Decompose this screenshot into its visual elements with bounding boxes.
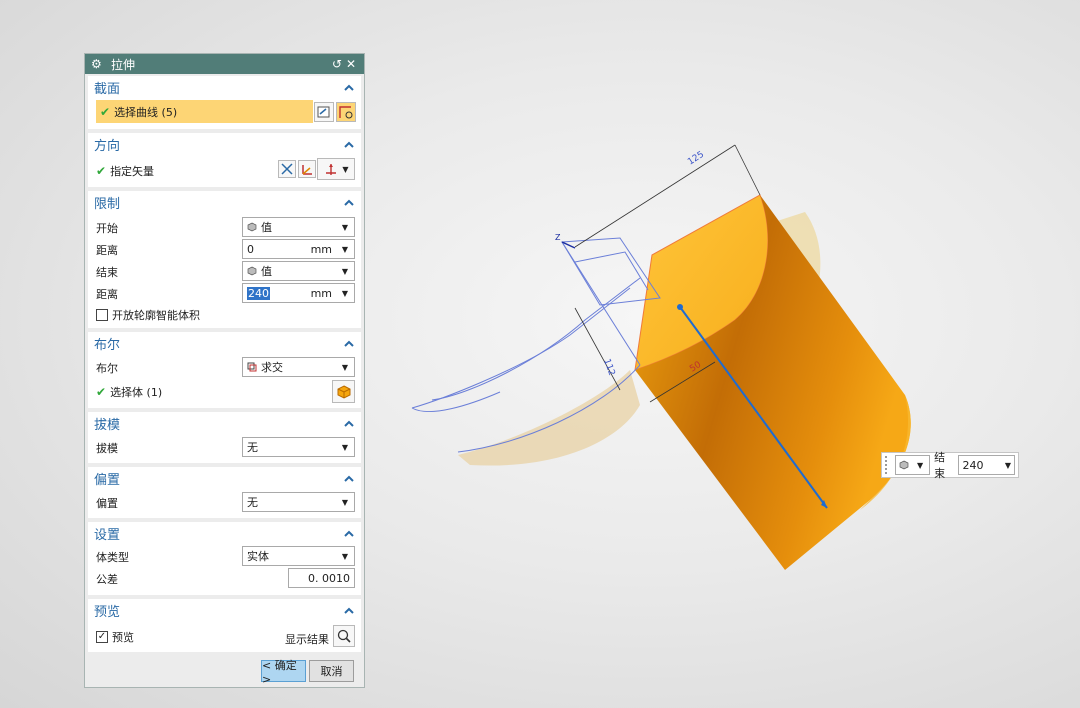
group-header-boolean[interactable]: 布尔 [88,332,361,355]
tolerance-input[interactable]: 0. 0010 [288,568,355,588]
chevron-down-icon: ▼ [341,551,349,561]
select-body-row: ✔ 选择体 (1) [96,385,163,399]
chevron-up-icon[interactable] [343,139,355,151]
group-header-limits[interactable]: 限制 [88,191,361,214]
curve-button[interactable] [336,102,356,122]
cube-icon [247,222,257,232]
vector-dialog-button[interactable] [298,160,316,178]
show-result-label: 显示结果 [285,633,329,646]
magnifier-icon [337,629,351,643]
chevron-down-icon: ▼ [916,460,924,470]
group-direction: 方向 ✔ 指定矢量 ▼ [88,133,361,187]
group-preview: 预览 ✓ 预览 显示结果 [88,599,361,652]
check-icon: ✔ [100,104,111,119]
chevron-up-icon[interactable] [343,528,355,540]
group-draft: 拔模 拔模 无 ▼ [88,412,361,463]
reverse-direction-icon [281,163,293,175]
cube-icon [899,460,909,470]
gear-icon[interactable]: ⚙ [91,57,107,71]
end-method-select[interactable]: 值 ▼ [242,261,355,281]
chevron-up-icon[interactable] [343,418,355,430]
select-curve-row[interactable]: ✔ 选择曲线 (5) [96,100,313,123]
group-settings: 设置 体类型 实体 ▼ 公差 0. 0010 [88,522,361,595]
preview-body-left [458,370,640,466]
chevron-down-icon: ▼ [341,222,349,232]
group-boolean: 布尔 布尔 求交 ▼ ✔ 选择体 (1) [88,332,361,408]
chevron-up-icon[interactable] [343,338,355,350]
group-section: 截面 ✔ 选择曲线 (5) [88,76,361,129]
preview-checkbox[interactable]: ✓ [96,631,108,643]
dimension-label-length: 125 [686,150,706,168]
group-header-preview[interactable]: 预览 [88,599,361,622]
group-header-settings[interactable]: 设置 [88,522,361,545]
select-body-button[interactable] [332,380,355,403]
floating-end-value[interactable]: 240 ▼ [958,455,1015,475]
chevron-down-icon: ▼ [341,244,349,254]
group-header-draft[interactable]: 拔模 [88,412,361,435]
floating-end-label: 结束 [934,451,946,480]
close-icon[interactable]: ✕ [344,57,358,71]
check-icon: ✔ [96,385,107,399]
floating-end-input[interactable]: ▼ 结束 240 ▼ [881,451,1019,480]
chevron-down-icon: ▼ [342,164,349,174]
chevron-down-icon: ▼ [341,362,349,372]
svg-text:Z: Z [555,233,561,242]
chevron-down-icon: ▼ [341,288,349,298]
dialog-title: 拉伸 [111,57,136,72]
start-distance-input[interactable]: 0 mm ▼ [242,239,355,259]
chevron-up-icon[interactable] [343,82,355,94]
group-header-section[interactable]: 截面 [88,76,361,99]
dialog-titlebar[interactable]: ⚙ 拉伸 ↺ ✕ [85,54,364,74]
end-method-combo[interactable]: ▼ [894,455,931,475]
vector-start-handle[interactable] [677,304,683,310]
solid-body-icon [337,384,350,399]
curve-icon [339,106,353,119]
dimension-label-height: 112 [601,358,616,378]
check-icon: ✔ [96,164,107,178]
chevron-up-icon[interactable] [343,473,355,485]
reverse-direction-button[interactable] [278,160,296,178]
cancel-button[interactable]: 取消 [309,660,354,682]
show-result-button[interactable] [333,625,355,647]
ok-button[interactable]: < 确定 > [261,659,306,686]
inferred-vector-icon [326,164,337,175]
body-type-select[interactable]: 实体 ▼ [242,546,355,566]
group-offset: 偏置 偏置 无 ▼ [88,467,361,518]
chevron-down-icon: ▼ [341,442,349,452]
chevron-up-icon[interactable] [343,197,355,209]
sketch-section-button[interactable] [314,102,334,122]
extrude-dialog: ⚙ 拉伸 ↺ ✕ 截面 ✔ 选择曲线 (5) 方向 ✔ 指定矢量 ▼ 限制 开始… [84,53,365,688]
vector-icon [302,165,312,175]
intersect-icon [247,362,257,372]
group-header-offset[interactable]: 偏置 [88,467,361,490]
group-limits: 限制 开始 值 ▼ 距离 0 mm ▼ 结束 值 ▼ 距离 240 mm ▼ 开… [88,191,361,328]
inferred-vector-dropdown[interactable]: ▼ [317,158,355,180]
axis-triad: Z [555,233,576,249]
boolean-select[interactable]: 求交 ▼ [242,357,355,377]
open-profile-row[interactable]: 开放轮廓智能体积 [96,305,355,325]
drag-grip-icon[interactable] [885,456,889,474]
cube-icon [247,266,257,276]
open-profile-checkbox[interactable] [96,309,108,321]
offset-select[interactable]: 无 ▼ [242,492,355,512]
draft-select[interactable]: 无 ▼ [242,437,355,457]
chevron-down-icon: ▼ [341,497,349,507]
reset-icon[interactable]: ↺ [330,57,344,71]
chevron-up-icon[interactable] [343,605,355,617]
group-header-direction[interactable]: 方向 [88,133,361,156]
chevron-down-icon[interactable]: ▼ [1005,461,1011,470]
end-distance-input[interactable]: 240 mm ▼ [242,283,355,303]
chevron-down-icon: ▼ [341,266,349,276]
sketch-icon [317,106,330,118]
start-method-select[interactable]: 值 ▼ [242,217,355,237]
